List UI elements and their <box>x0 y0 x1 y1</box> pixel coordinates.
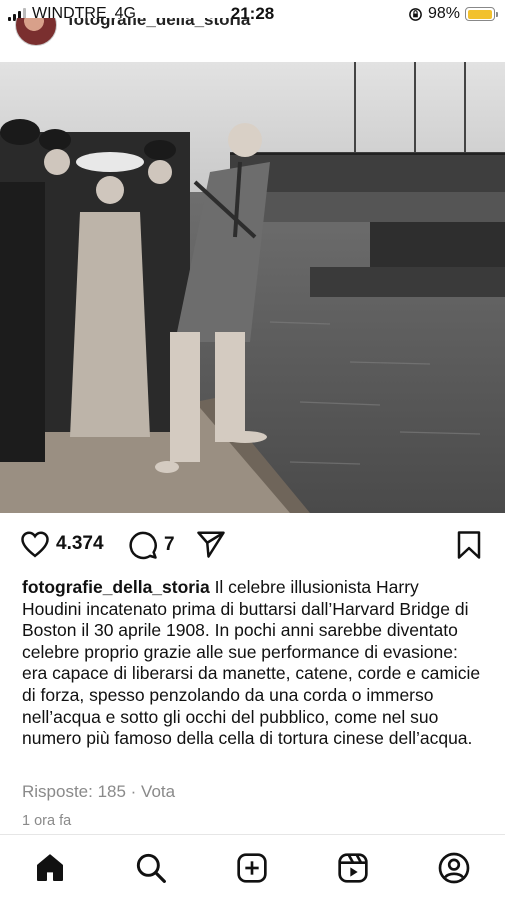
share-button[interactable] <box>196 530 226 558</box>
photo-content <box>0 62 505 513</box>
search-icon <box>136 853 166 883</box>
comments-count[interactable]: 7 <box>164 534 175 556</box>
nav-profile[interactable] <box>437 851 471 885</box>
nav-home[interactable] <box>33 851 67 885</box>
nav-create[interactable] <box>235 851 269 885</box>
post-caption: fotografie_della_storia Il celebre illus… <box>22 577 482 750</box>
comment-icon <box>129 531 157 560</box>
bottom-nav <box>0 834 505 900</box>
profile-icon <box>438 852 470 884</box>
caption-username[interactable]: fotografie_della_storia <box>22 577 210 597</box>
like-button[interactable]: 4.374 <box>20 530 104 558</box>
replies-link[interactable]: Risposte: 185 · Vota <box>22 782 175 802</box>
nav-search[interactable] <box>134 851 168 885</box>
reels-icon <box>338 853 368 883</box>
post-time: 1 ora fa <box>22 813 72 829</box>
nav-reels[interactable] <box>336 851 370 885</box>
likes-count[interactable]: 4.374 <box>56 533 104 555</box>
bookmark-icon <box>457 531 481 559</box>
create-icon <box>237 853 267 883</box>
post-username[interactable]: fotografie_della_storia <box>68 18 250 30</box>
post-header: fotografie_della_storia <box>0 18 505 58</box>
comment-button[interactable]: 7 <box>128 530 175 560</box>
save-button[interactable] <box>456 530 482 560</box>
avatar[interactable] <box>15 18 57 46</box>
post-actions: 4.374 7 <box>0 524 505 564</box>
home-icon <box>37 854 63 881</box>
send-icon <box>197 531 225 558</box>
post-photo[interactable] <box>0 62 505 513</box>
heart-icon <box>21 531 49 558</box>
caption-text: Il celebre illusionista Harry Houdini in… <box>22 577 481 749</box>
